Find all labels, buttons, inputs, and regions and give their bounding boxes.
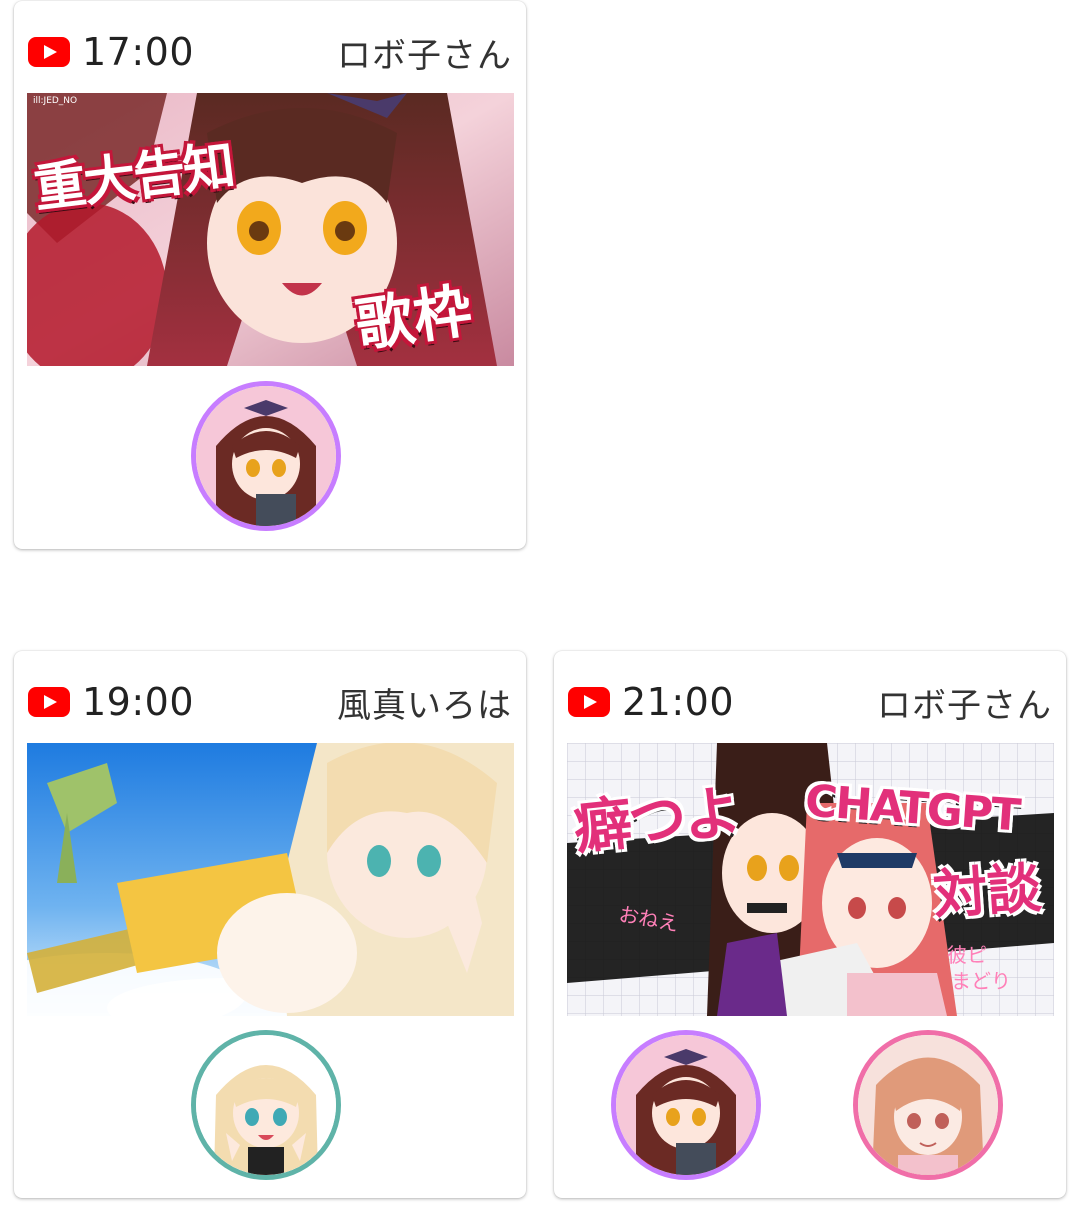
time-wrap: 17:00 <box>28 30 194 74</box>
robo-ko-avatar[interactable] <box>191 381 341 531</box>
channel-name: ロボ子さん <box>877 685 1052 726</box>
thumbnail-tag-3: まどり <box>951 969 1011 993</box>
thumbnail-title-2: 歌枠 <box>351 276 476 360</box>
thumbnail-title-1: 癖つよ <box>570 777 742 863</box>
video-thumbnail[interactable]: ill:JED_NO 重大告知 歌枠 <box>27 93 514 366</box>
channel-name: ロボ子さん <box>337 35 512 76</box>
stream-card[interactable]: 17:00 ロボ子さん ill:JED_NO 重大告知 歌枠 <box>14 1 526 549</box>
stream-time: 19:00 <box>82 680 195 724</box>
card-header: 21:00 ロボ子さん <box>568 680 1052 726</box>
robo-ko-avatar[interactable] <box>611 1030 761 1180</box>
stream-card[interactable]: 19:00 風真いろは <box>14 651 526 1198</box>
stream-time: 21:00 <box>622 680 735 724</box>
video-thumbnail[interactable]: 癖つよ CHATGPT 対談 おねえ 彼ピ まどり <box>567 743 1054 1016</box>
thumbnail-tag-2: 彼ピ <box>947 943 987 967</box>
guest-avatar[interactable] <box>853 1030 1003 1180</box>
kazama-iroha-avatar[interactable] <box>191 1030 341 1180</box>
card-header: 17:00 ロボ子さん <box>28 30 512 76</box>
youtube-icon <box>28 37 70 67</box>
video-thumbnail[interactable] <box>27 743 514 1016</box>
channel-name: 風真いろは <box>337 685 512 726</box>
thumbnail-title-3: 対談 <box>931 856 1044 927</box>
stream-time: 17:00 <box>82 30 195 74</box>
card-header: 19:00 風真いろは <box>28 680 512 726</box>
stream-card[interactable]: 21:00 ロボ子さん 癖つよ CHATGPT 対談 おねえ 彼ピ まどり <box>554 651 1066 1198</box>
youtube-icon <box>568 687 610 717</box>
youtube-icon <box>28 687 70 717</box>
time-wrap: 21:00 <box>568 680 734 724</box>
time-wrap: 19:00 <box>28 680 194 724</box>
thumbnail-credit: ill:JED_NO <box>33 96 78 106</box>
